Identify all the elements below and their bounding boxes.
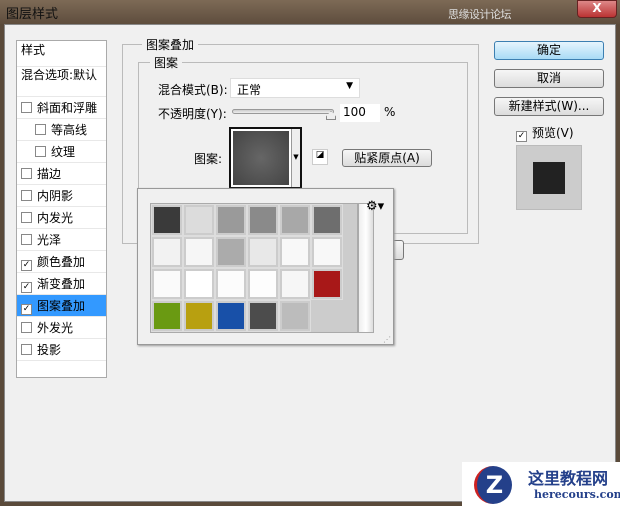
title-bar: 图层样式 思缘设计论坛 WWW.MISSYUAN.COM X xyxy=(0,0,620,35)
style-item-label: 斜面和浮雕 xyxy=(37,101,98,115)
watermark-url: herecours.com xyxy=(534,488,620,501)
blend-mode-value: 正常 xyxy=(237,83,262,97)
pattern-swatch[interactable] xyxy=(183,268,215,300)
pattern-preview xyxy=(233,131,289,185)
style-item[interactable]: 描边 xyxy=(17,163,106,185)
snap-to-origin-button[interactable]: 贴紧原点(A) xyxy=(342,149,432,167)
checkbox-icon[interactable] xyxy=(21,102,32,113)
pattern-swatch[interactable] xyxy=(183,204,215,236)
style-item-label: 图案叠加 xyxy=(37,299,86,313)
style-item-label: 投影 xyxy=(37,343,62,357)
close-button[interactable]: X xyxy=(577,0,617,18)
checkbox-icon[interactable] xyxy=(21,190,32,201)
pattern-grid-scrollbar[interactable] xyxy=(358,203,374,333)
pattern-swatch[interactable] xyxy=(311,236,343,268)
checkbox-icon[interactable] xyxy=(21,344,32,355)
style-item-label: 外发光 xyxy=(37,321,74,335)
blend-mode-select[interactable]: 正常 ▼ xyxy=(230,78,360,98)
cancel-button[interactable]: 取消 xyxy=(494,69,604,88)
pattern-swatch[interactable] xyxy=(247,268,279,300)
new-preset-icon[interactable]: ◪ xyxy=(312,149,328,165)
style-item[interactable]: 外发光 xyxy=(17,317,106,339)
style-item[interactable]: 内阴影 xyxy=(17,185,106,207)
style-item-label: 内阴影 xyxy=(37,189,74,203)
pattern-swatch[interactable] xyxy=(151,236,183,268)
blend-mode-label: 混合模式(B): xyxy=(158,83,228,97)
style-item[interactable]: ✓ 颜色叠加 xyxy=(17,251,106,273)
style-item-label: 纹理 xyxy=(51,145,76,159)
checkbox-icon[interactable]: ✓ xyxy=(21,304,32,315)
pattern-swatch[interactable] xyxy=(183,300,215,332)
style-item[interactable]: ✓ 渐变叠加 xyxy=(17,273,106,295)
style-item[interactable]: 等高线 xyxy=(17,119,106,141)
preview-checkbox[interactable]: ✓ 预览(V) xyxy=(516,124,574,142)
dropdown-arrow-icon: ▼ xyxy=(346,81,353,91)
pattern-swatch[interactable] xyxy=(279,204,311,236)
watermark-logo: Z 这里教程网 herecours.com xyxy=(462,462,620,506)
checkbox-icon[interactable] xyxy=(21,322,32,333)
pattern-picker-button[interactable]: ▼ xyxy=(229,127,302,189)
pattern-swatch[interactable] xyxy=(151,268,183,300)
new-style-button[interactable]: 新建样式(W)... xyxy=(494,97,604,116)
checkbox-icon: ✓ xyxy=(516,131,527,142)
pattern-swatch[interactable] xyxy=(215,268,247,300)
style-item[interactable]: ✓ 图案叠加 xyxy=(17,295,106,317)
styles-list: 样式 混合选项:默认 斜面和浮雕等高线纹理描边内阴影内发光光泽 ✓ 颜色叠加 ✓ 渐变叠… xyxy=(16,40,107,378)
resize-grip-icon[interactable]: ⋰ xyxy=(383,335,391,344)
pattern-swatch[interactable] xyxy=(311,268,343,300)
style-item-label: 颜色叠加 xyxy=(37,255,86,269)
style-item-label: 内发光 xyxy=(37,211,74,225)
preview-label: 预览(V) xyxy=(532,126,574,140)
checkbox-icon[interactable] xyxy=(21,212,32,223)
pattern-group-title: 图案 xyxy=(150,54,183,71)
style-item[interactable]: 投影 xyxy=(17,339,106,361)
opacity-unit: % xyxy=(384,105,396,119)
checkbox-icon[interactable] xyxy=(21,168,32,179)
pattern-swatch[interactable] xyxy=(279,268,311,300)
preview-box xyxy=(516,145,582,210)
pattern-label: 图案: xyxy=(194,152,223,166)
pattern-swatch[interactable] xyxy=(279,236,311,268)
style-item-label: 等高线 xyxy=(51,123,88,137)
checkbox-icon[interactable]: ✓ xyxy=(21,260,32,271)
pattern-swatch[interactable] xyxy=(215,300,247,332)
window-title: 图层样式 xyxy=(6,7,59,22)
style-item[interactable]: 纹理 xyxy=(17,141,106,163)
pattern-swatch[interactable] xyxy=(151,300,183,332)
pattern-swatch[interactable] xyxy=(279,300,311,332)
checkbox-icon[interactable] xyxy=(21,234,32,245)
opacity-slider[interactable] xyxy=(232,109,334,114)
dropdown-arrow-icon: ▼ xyxy=(291,129,300,187)
pattern-grid xyxy=(150,203,358,333)
opacity-input[interactable]: 100 xyxy=(340,104,380,122)
watermark-name: 这里教程网 xyxy=(528,469,609,488)
style-item[interactable]: 光泽 xyxy=(17,229,106,251)
preview-thumbnail xyxy=(533,162,565,194)
style-item[interactable]: 内发光 xyxy=(17,207,106,229)
style-item-label: 渐变叠加 xyxy=(37,277,86,291)
style-item-label: 描边 xyxy=(37,167,62,181)
pattern-swatch[interactable] xyxy=(247,236,279,268)
blend-options-item[interactable]: 混合选项:默认 xyxy=(17,67,106,97)
pattern-swatch[interactable] xyxy=(183,236,215,268)
style-item-label: 光泽 xyxy=(37,233,62,247)
style-item[interactable]: 斜面和浮雕 xyxy=(17,97,106,119)
pattern-swatch[interactable] xyxy=(311,204,343,236)
logo-icon: Z xyxy=(474,466,512,504)
checkbox-icon[interactable] xyxy=(35,146,46,157)
opacity-label: 不透明度(Y): xyxy=(158,107,227,121)
gear-icon[interactable]: ⚙▾ xyxy=(366,199,384,214)
pattern-swatch[interactable] xyxy=(151,204,183,236)
checkbox-icon[interactable]: ✓ xyxy=(21,282,32,293)
pattern-swatch[interactable] xyxy=(215,204,247,236)
ok-button[interactable]: 确定 xyxy=(494,41,604,60)
styles-header[interactable]: 样式 xyxy=(17,41,106,67)
pattern-picker-popup: ⚙▾ ⋰ xyxy=(137,188,394,345)
checkbox-icon[interactable] xyxy=(35,124,46,135)
pattern-swatch[interactable] xyxy=(247,300,279,332)
panel-title: 图案叠加 xyxy=(142,36,199,53)
pattern-swatch[interactable] xyxy=(215,236,247,268)
pattern-swatch[interactable] xyxy=(247,204,279,236)
